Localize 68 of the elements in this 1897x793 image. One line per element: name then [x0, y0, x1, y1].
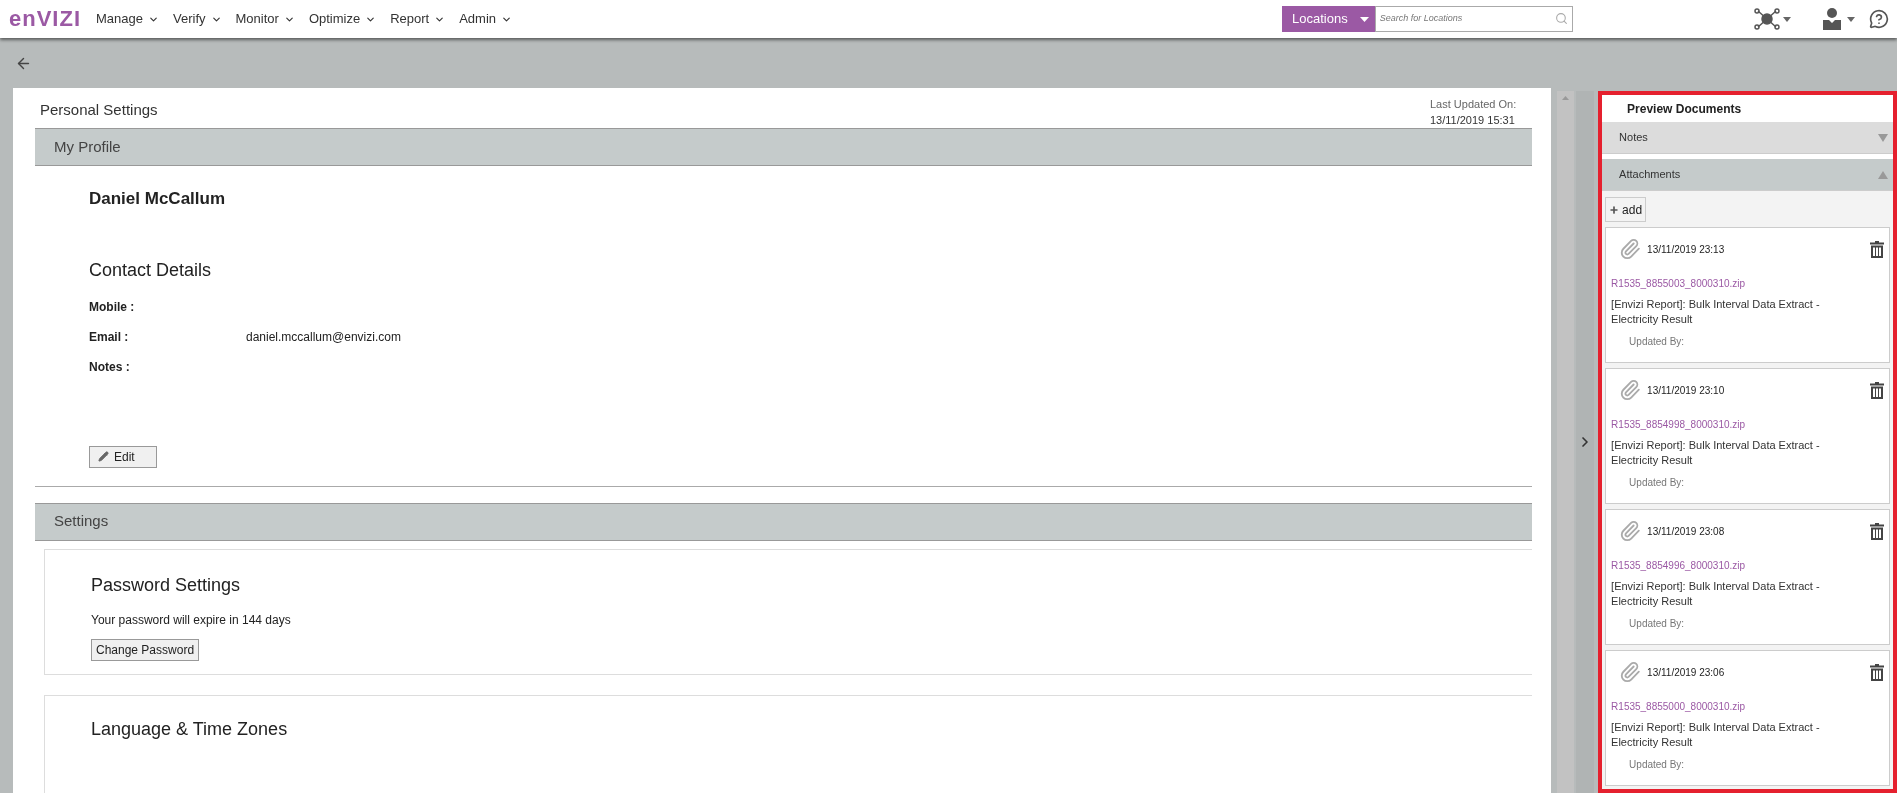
panel-title: Preview Documents [1626, 100, 1743, 118]
file-link[interactable]: R1535_8854996_8000310.zip [1611, 558, 1746, 573]
collapse-icon [1878, 170, 1888, 179]
updated-by-label: Updated By: [1628, 758, 1686, 772]
edit-button[interactable]: Edit [89, 445, 157, 468]
attachment-description: [Envizi Report]: Bulk Interval Data Extract - Electricity Result [1611, 579, 1821, 609]
updated-by-label: Updated By: [1628, 476, 1686, 490]
nav-menu[interactable]: Verify [173, 9, 222, 29]
attachment-date: 13/11/2019 23:06 [1647, 665, 1725, 680]
logo[interactable]: enVIZI [9, 8, 81, 30]
paperclip-icon [1619, 238, 1642, 260]
paperclip-icon [1619, 661, 1642, 683]
file-link[interactable]: R1535_8855003_8000310.zip [1611, 276, 1746, 291]
nav-menu[interactable]: Admin [459, 9, 513, 29]
search-field[interactable]: Search for Locations [1374, 6, 1573, 32]
caret-icon [1783, 16, 1791, 22]
field-label: Notes : [89, 359, 131, 376]
attachment-date: 13/11/2019 23:08 [1647, 524, 1725, 539]
attachment-description: [Envizi Report]: Bulk Interval Data Extract - Electricity Result [1611, 438, 1821, 468]
help-icon[interactable] [1869, 9, 1889, 29]
nav-menu[interactable]: Optimize [308, 9, 377, 29]
trash-icon[interactable] [1870, 522, 1884, 540]
accordion-header[interactable]: Attachments [1602, 159, 1893, 191]
locations-button[interactable]: Locations [1282, 6, 1375, 32]
change-password-button[interactable]: Change Password [91, 638, 200, 661]
caret-icon [1847, 16, 1855, 22]
section-header: Settings [35, 502, 1533, 541]
expand-icon [1878, 133, 1888, 142]
last-updated-label: Last Updated On: [1430, 97, 1517, 112]
page-title: Personal Settings [40, 100, 158, 120]
paperclip-icon [1619, 379, 1642, 401]
trash-icon[interactable] [1870, 381, 1884, 399]
card-title: Password Settings [91, 573, 242, 597]
card-title: Language & Time Zones [91, 717, 289, 741]
pencil-icon [98, 451, 109, 462]
password-expiry-text: Your password will expire in 144 days [91, 611, 292, 629]
profile-name: Daniel McCallum [89, 188, 227, 210]
contact-details-title: Contact Details [89, 258, 213, 282]
nav-menu[interactable]: Monitor [235, 9, 295, 29]
plus-icon [1609, 204, 1620, 215]
scroll-up-icon [1562, 96, 1570, 100]
trash-icon[interactable] [1870, 663, 1884, 681]
nav-menu[interactable]: Manage [96, 9, 159, 29]
user-icon [1823, 8, 1841, 30]
search-icon [1554, 12, 1568, 25]
scrollbar[interactable] [1557, 91, 1575, 793]
field-label: Mobile : [89, 299, 136, 316]
last-updated-value: 13/11/2019 15:31 [1430, 113, 1516, 128]
nav-menu[interactable]: Report [390, 9, 446, 29]
updated-by-label: Updated By: [1628, 617, 1686, 631]
file-link[interactable]: R1535_8854998_8000310.zip [1611, 417, 1746, 432]
user-menu[interactable] [1823, 8, 1855, 30]
section-header: My Profile [35, 128, 1533, 166]
network-icon [1754, 8, 1780, 30]
trash-icon[interactable] [1870, 240, 1884, 258]
updated-by-label: Updated By: [1628, 335, 1686, 349]
add-button[interactable]: add [1605, 197, 1647, 222]
attachment-date: 13/11/2019 23:10 [1647, 383, 1725, 398]
attachment-date: 13/11/2019 23:13 [1647, 242, 1725, 257]
accordion-header[interactable]: Notes [1602, 122, 1893, 154]
file-link[interactable]: R1535_8855000_8000310.zip [1611, 699, 1746, 714]
attachment-description: [Envizi Report]: Bulk Interval Data Extract - Electricity Result [1611, 297, 1821, 327]
caret-icon [1359, 16, 1369, 22]
network-menu[interactable] [1754, 8, 1791, 30]
paperclip-icon [1619, 520, 1642, 542]
attachment-description: [Envizi Report]: Bulk Interval Data Extract - Electricity Result [1611, 720, 1821, 750]
field-label: Email : [89, 329, 130, 346]
field-value: daniel.mccallum@envizi.com [246, 329, 401, 346]
